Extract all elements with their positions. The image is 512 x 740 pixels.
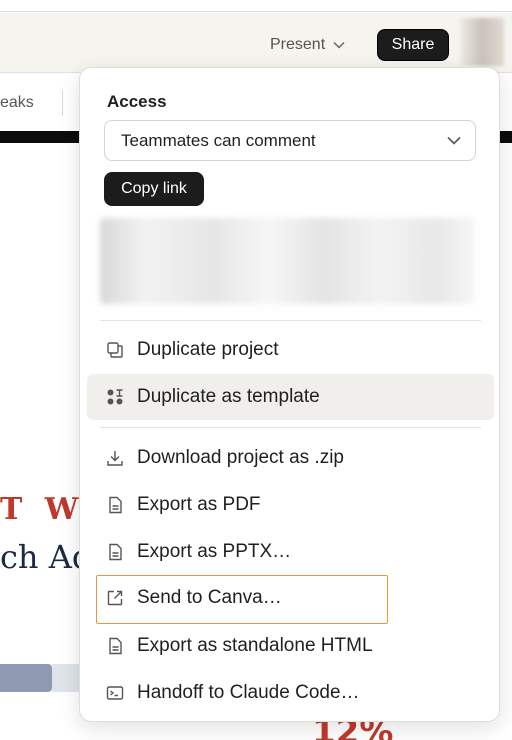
- send-to-canva-item[interactable]: Send to Canva…: [96, 575, 388, 624]
- menu-item-label: Export as standalone HTML: [137, 635, 373, 656]
- template-icon: [107, 389, 123, 405]
- terminal-icon: [106, 686, 124, 700]
- menu-divider: [100, 427, 481, 428]
- access-select-value: Teammates can comment: [121, 130, 316, 150]
- menu-item-label: Duplicate as template: [137, 386, 320, 407]
- access-label: Access: [107, 92, 167, 111]
- present-button-label: Present: [270, 36, 326, 53]
- blurred-link-preview: [100, 218, 474, 304]
- window-top-strip: [0, 0, 512, 12]
- top-toolbar: Present Share: [0, 13, 512, 73]
- document-icon: [109, 543, 122, 561]
- share-popover: Access Teammates can comment Copy link D…: [79, 67, 500, 722]
- slide-bar-segment: [0, 664, 52, 692]
- duplicate-as-template-item[interactable]: Duplicate as template: [87, 374, 494, 420]
- chevron-down-icon: [333, 41, 345, 49]
- menu-item-label: Export as PPTX…: [137, 541, 292, 562]
- download-icon: [107, 451, 123, 466]
- menu-item-label: Export as PDF: [137, 494, 261, 515]
- share-button[interactable]: Share: [377, 29, 449, 61]
- duplicate-project-item[interactable]: Duplicate project: [87, 327, 494, 373]
- handoff-claude-code-item[interactable]: Handoff to Claude Code…: [87, 670, 494, 716]
- export-pdf-item[interactable]: Export as PDF: [87, 482, 494, 528]
- external-link-icon: [107, 590, 123, 606]
- tab-partial[interactable]: eaks: [0, 94, 34, 112]
- access-select[interactable]: Teammates can comment: [104, 120, 476, 161]
- menu-divider: [100, 320, 481, 321]
- present-button[interactable]: Present: [270, 35, 345, 55]
- document-icon: [109, 496, 122, 514]
- menu-item-label: Send to Canva…: [137, 587, 282, 608]
- export-html-item[interactable]: Export as standalone HTML: [87, 623, 494, 669]
- chevron-down-icon: [447, 136, 461, 145]
- tab-divider: [62, 90, 63, 116]
- copy-link-button[interactable]: Copy link: [104, 172, 204, 206]
- menu-item-label: Download project as .zip: [137, 447, 344, 468]
- avatar[interactable]: [460, 18, 504, 66]
- download-zip-item[interactable]: Download project as .zip: [87, 435, 494, 481]
- duplicate-icon: [107, 342, 123, 358]
- export-pptx-item[interactable]: Export as PPTX…: [87, 529, 494, 575]
- menu-item-label: Duplicate project: [137, 339, 279, 360]
- menu-item-label: Handoff to Claude Code…: [137, 682, 360, 703]
- document-icon: [109, 637, 122, 655]
